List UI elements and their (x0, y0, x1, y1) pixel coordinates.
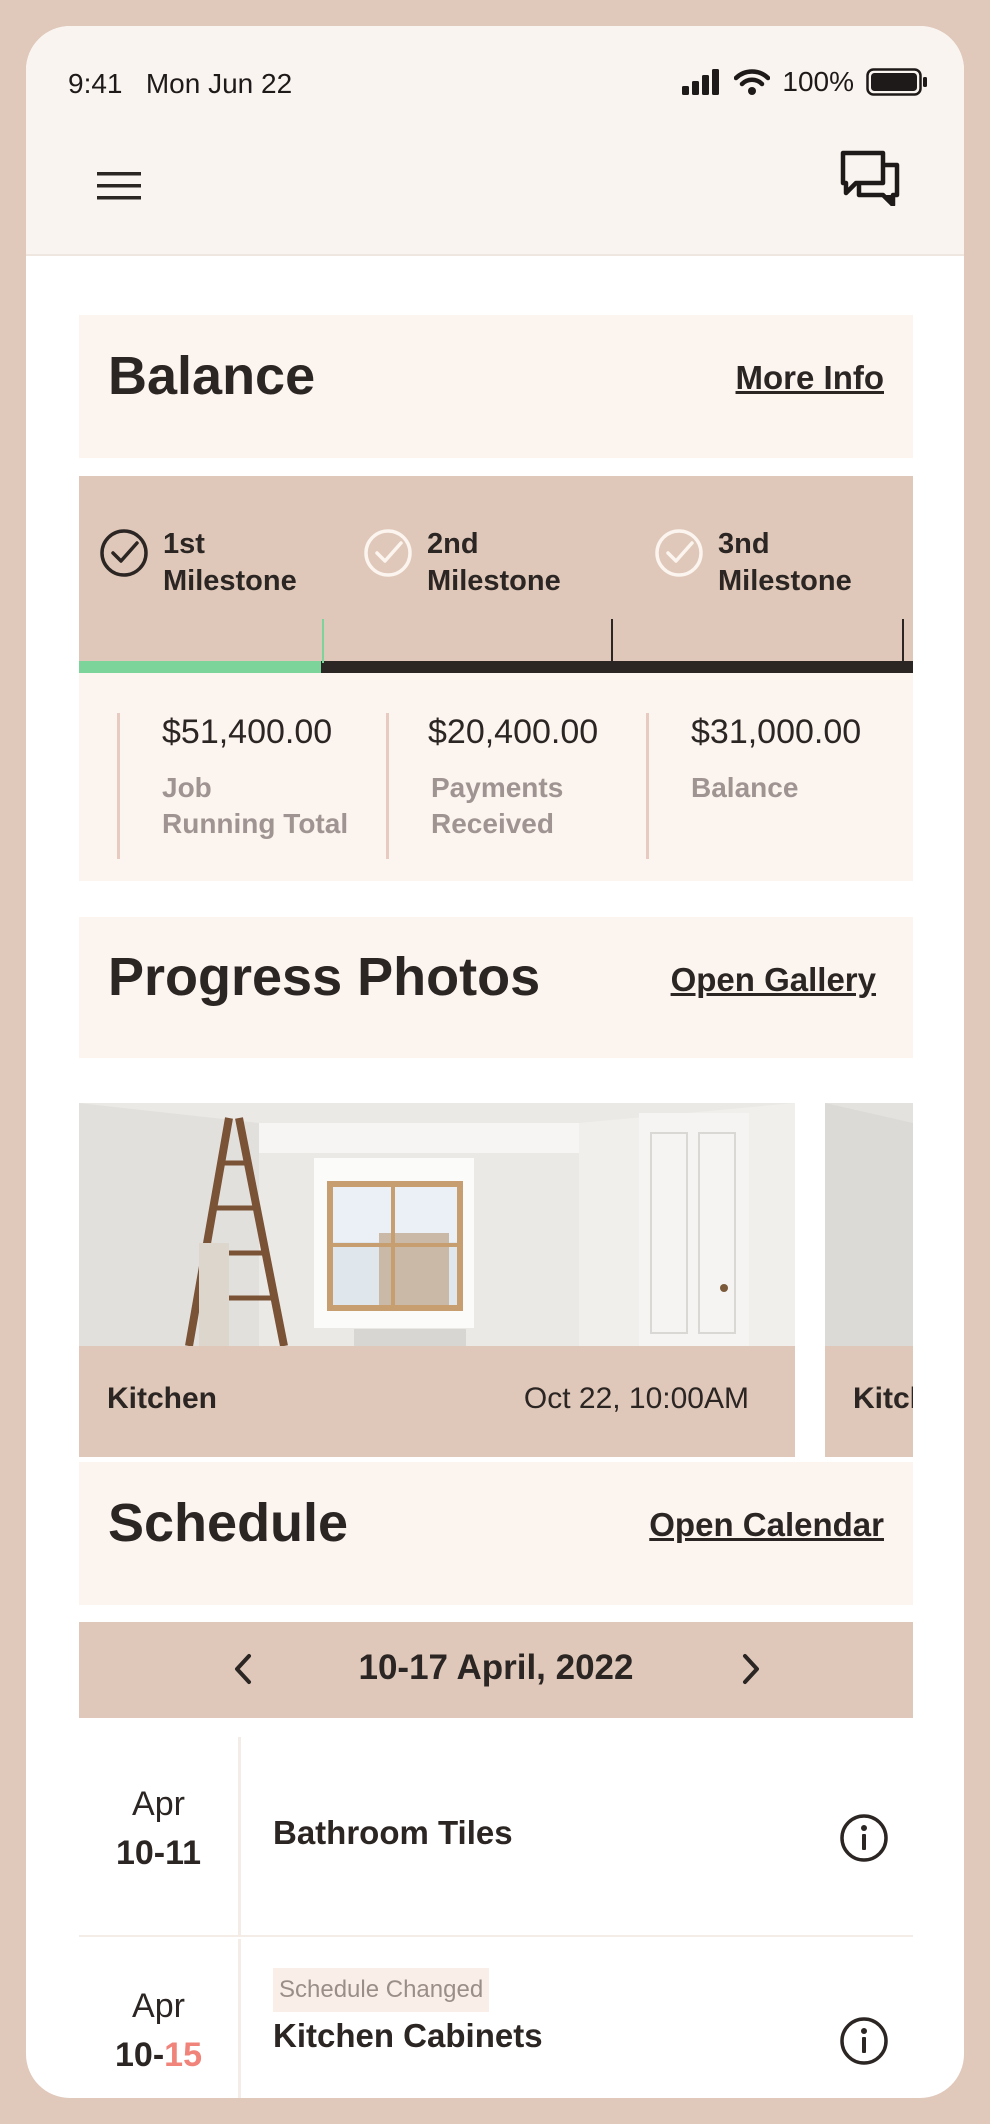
photos-header: Progress Photos Open Gallery (79, 917, 913, 1058)
schedule-date: Apr 10-11 (79, 1737, 241, 1937)
photo-title: Kitchen (107, 1382, 218, 1415)
status-time-date: 9:41 Mon Jun 22 (68, 68, 292, 100)
photo-title: Kitchen (853, 1382, 913, 1415)
open-calendar-link[interactable]: Open Calendar (649, 1506, 884, 1544)
total-payments-received: $20,400.00 Payments Received (386, 713, 598, 859)
chevron-right-icon[interactable] (731, 1646, 771, 1692)
total-label: Job Running Total (162, 772, 349, 839)
milestone-1-line2: Milestone (163, 565, 297, 597)
milestone-tick-3 (902, 619, 904, 663)
milestone-1-line1: 1st (163, 528, 205, 560)
total-label: Payments Received (431, 772, 564, 839)
battery-percent: 100% (782, 66, 854, 97)
milestone-tick-1 (322, 619, 324, 663)
milestone-2-line2: Milestone (427, 565, 561, 597)
schedule-date: Apr 10-15 (79, 1939, 241, 2098)
schedule-header: Schedule Open Calendar (79, 1462, 913, 1605)
week-selector: 10-17 April, 2022 (79, 1622, 913, 1718)
milestone-tick-2 (611, 619, 613, 663)
room-photo (825, 1103, 913, 1346)
status-icons: 100% (682, 66, 928, 98)
room-photo (79, 1103, 795, 1346)
more-info-link[interactable]: More Info (736, 359, 884, 397)
schedule-title: Bathroom Tiles (273, 1814, 513, 1851)
check-circle-icon (655, 529, 703, 577)
changed-day: 15 (164, 2036, 202, 2074)
room-photo-image (825, 1103, 913, 1346)
phone-screen: 9:41 Mon Jun 22 100% Balance More Info 1… (26, 26, 964, 2098)
chat-bubbles-icon[interactable] (840, 150, 900, 206)
schedule-changed-badge: Schedule Changed (273, 1968, 490, 2012)
battery-icon (866, 68, 927, 96)
milestone-3-line1: 3nd (718, 528, 770, 560)
milestone-2: 2nd Milestone (363, 526, 561, 600)
open-gallery-link[interactable]: Open Gallery (671, 961, 876, 999)
schedule-month: Apr (132, 1785, 185, 1823)
total-balance: $31,000.00 Balance (646, 713, 861, 859)
balance-header: Balance More Info (79, 315, 913, 458)
hamburger-menu-icon[interactable] (96, 166, 142, 206)
balance-totals: $51,400.00 Job Running Total $20,400.00 P… (79, 673, 913, 881)
milestone-1: 1st Milestone (99, 526, 297, 600)
room-photo-image (79, 1103, 795, 1346)
status-time: 9:41 (68, 68, 123, 99)
photo-carousel[interactable]: Kitchen Oct 22, 10:00AM Kitchen (79, 1103, 913, 1457)
total-value: $51,400.00 (162, 713, 333, 751)
photo-card[interactable]: Kitchen Oct 22, 10:00AM (79, 1103, 795, 1457)
signal-icon (682, 69, 720, 95)
schedule-days: 10-15 (115, 2036, 202, 2074)
schedule-row[interactable]: Apr 10-15 Schedule Changed Kitchen Cabin… (79, 1939, 913, 2098)
progress-fill (79, 661, 321, 673)
milestone-2-line1: 2nd (427, 528, 479, 560)
photos-title: Progress Photos (108, 947, 541, 1007)
wifi-icon (734, 69, 771, 95)
balance-title: Balance (108, 346, 316, 406)
milestone-progress: 1st Milestone 2nd Milestone 3nd Milestone (79, 476, 913, 673)
status-date: Mon Jun 22 (145, 68, 293, 99)
week-label: 10-17 April, 2022 (358, 1648, 634, 1687)
info-icon[interactable] (839, 1813, 889, 1863)
schedule-title: Kitchen Cabinets (273, 2017, 543, 2054)
total-label: Balance (691, 772, 799, 803)
schedule-days: 10-11 (115, 1834, 202, 1872)
total-value: $20,400.00 (428, 713, 599, 751)
check-circle-icon (364, 529, 412, 577)
total-job-running: $51,400.00 Job Running Total (117, 713, 348, 859)
schedule-row[interactable]: Apr 10-11 Bathroom Tiles (79, 1737, 913, 1937)
milestone-3-line2: Milestone (718, 565, 852, 597)
top-bar: 9:41 Mon Jun 22 100% (26, 26, 964, 256)
info-icon[interactable] (839, 2016, 889, 2066)
schedule-month: Apr (132, 1987, 185, 2025)
milestone-3: 3nd Milestone (654, 526, 852, 600)
check-circle-icon (100, 529, 148, 577)
photo-date: Oct 22, 10:00AM (523, 1382, 749, 1415)
photo-card[interactable]: Kitchen (825, 1103, 913, 1457)
total-value: $31,000.00 (691, 713, 862, 751)
schedule-title: Schedule (108, 1493, 349, 1553)
